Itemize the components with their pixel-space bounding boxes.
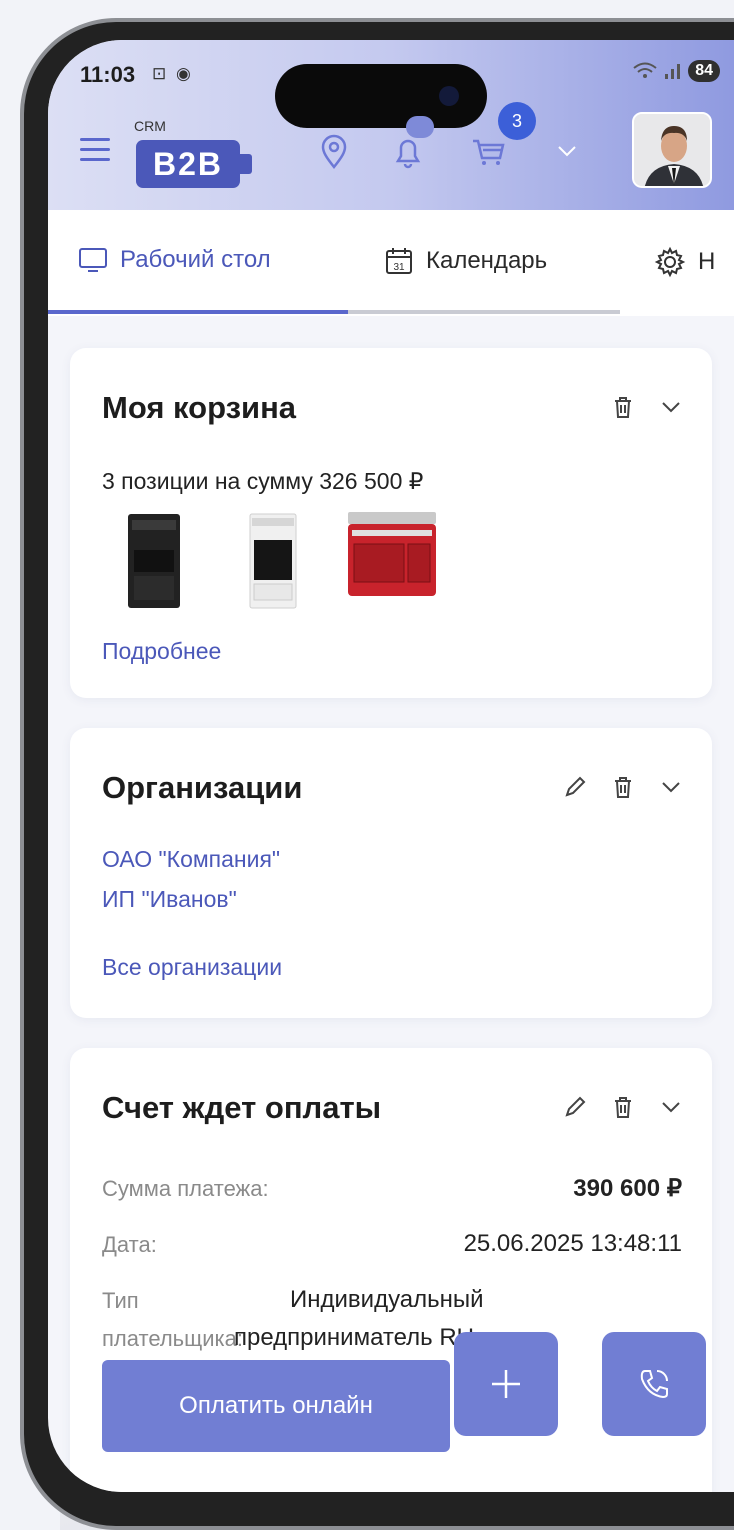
plus-icon	[492, 1370, 520, 1398]
organizations-card-actions	[562, 774, 684, 800]
date-value: 25.06.2025 13:48:11	[463, 1230, 682, 1257]
hamburger-menu-icon[interactable]	[80, 138, 110, 164]
logo-crm-text: CRM	[134, 118, 166, 134]
main-tabs: Рабочий стол 31 Календарь Н	[48, 210, 734, 316]
amount-value: 390 600 ₽	[573, 1175, 682, 1202]
monitor-icon	[79, 248, 107, 272]
sync-status-icon: ◉	[176, 64, 191, 83]
organizations-card: Организации ОАО "Компания" ИП "Иванов" В…	[70, 728, 712, 1018]
call-fab-button[interactable]	[602, 1332, 706, 1436]
chevron-down-icon[interactable]	[658, 774, 684, 800]
org-link[interactable]: ИП "Иванов"	[102, 886, 237, 913]
status-time: 11:03	[80, 62, 136, 87]
invoice-card-actions	[562, 1094, 684, 1120]
cart-details-link[interactable]: Подробнее	[102, 638, 221, 665]
calendar-icon: 31	[386, 248, 412, 274]
product-thumb-white-stove[interactable]	[248, 510, 298, 615]
status-right: 84	[632, 60, 720, 82]
cart-count-badge: 3	[498, 102, 536, 140]
battery-indicator: 84	[688, 60, 720, 82]
cart-card-actions	[610, 394, 684, 420]
org-link[interactable]: ОАО "Компания"	[102, 846, 280, 873]
tab-desktop[interactable]: Рабочий стол	[78, 246, 271, 274]
all-organizations-link[interactable]: Все организации	[102, 954, 282, 981]
location-pin-icon[interactable]	[314, 132, 354, 172]
app-header: 11:03 ⊡ ◉ 84 CRM B2B 3	[48, 40, 734, 210]
user-avatar[interactable]	[632, 112, 712, 188]
amount-label: Сумма платежа:	[102, 1176, 269, 1201]
invoice-card-title: Счет ждет оплаты	[102, 1090, 382, 1125]
dynamic-island	[275, 64, 487, 128]
screenshot-status-icon: ⊡	[152, 64, 167, 83]
svg-text:31: 31	[393, 262, 405, 273]
pencil-icon[interactable]	[562, 774, 588, 800]
organizations-card-title: Организации	[102, 770, 303, 805]
bell-icon[interactable]	[388, 132, 428, 172]
tab-calendar[interactable]: 31 Календарь	[384, 246, 547, 276]
payer-type-label: Тип	[102, 1288, 139, 1313]
product-thumb-red-range-cooker[interactable]	[346, 510, 438, 605]
app-screen: 11:03 ⊡ ◉ 84 CRM B2B 3 Рабочий стол 31 К…	[48, 40, 734, 1492]
chevron-down-icon[interactable]	[658, 394, 684, 420]
phone-call-icon	[640, 1370, 668, 1399]
signal-icon	[665, 64, 681, 79]
product-thumb-black-stove[interactable]	[126, 510, 182, 615]
tab-settings-label: Н	[698, 248, 716, 275]
tab-indicator-active	[48, 310, 348, 314]
add-fab-button[interactable]	[454, 1332, 558, 1436]
logo-b2b-text: B2B	[136, 140, 252, 188]
trash-icon[interactable]	[610, 1094, 636, 1120]
gear-icon	[654, 246, 686, 278]
cart-card-title: Моя корзина	[102, 390, 297, 425]
chevron-down-icon[interactable]	[658, 1094, 684, 1120]
tab-settings[interactable]: Н	[654, 246, 715, 278]
payer-type-label: плательщика:	[102, 1326, 243, 1351]
trash-icon[interactable]	[610, 394, 636, 420]
trash-icon[interactable]	[610, 774, 636, 800]
wifi-icon	[633, 62, 657, 78]
cart-summary: 3 позиции на сумму 326 500 ₽	[102, 468, 424, 494]
crm-b2b-logo[interactable]: CRM B2B	[132, 118, 252, 198]
date-label: Дата:	[102, 1232, 157, 1257]
tab-desktop-label: Рабочий стол	[120, 246, 271, 273]
tab-calendar-label: Календарь	[426, 247, 548, 274]
pencil-icon[interactable]	[562, 1094, 588, 1120]
payer-type-value: Индивидуальный	[290, 1286, 484, 1313]
cart-card: Моя корзина 3 позиции на сумму 326 500 ₽	[70, 348, 712, 698]
cart-icon[interactable]	[468, 132, 508, 172]
pay-online-button[interactable]: Оплатить онлайн	[102, 1360, 450, 1452]
payer-type-value: предприниматель RU	[234, 1324, 475, 1351]
chevron-down-icon[interactable]	[556, 144, 578, 163]
